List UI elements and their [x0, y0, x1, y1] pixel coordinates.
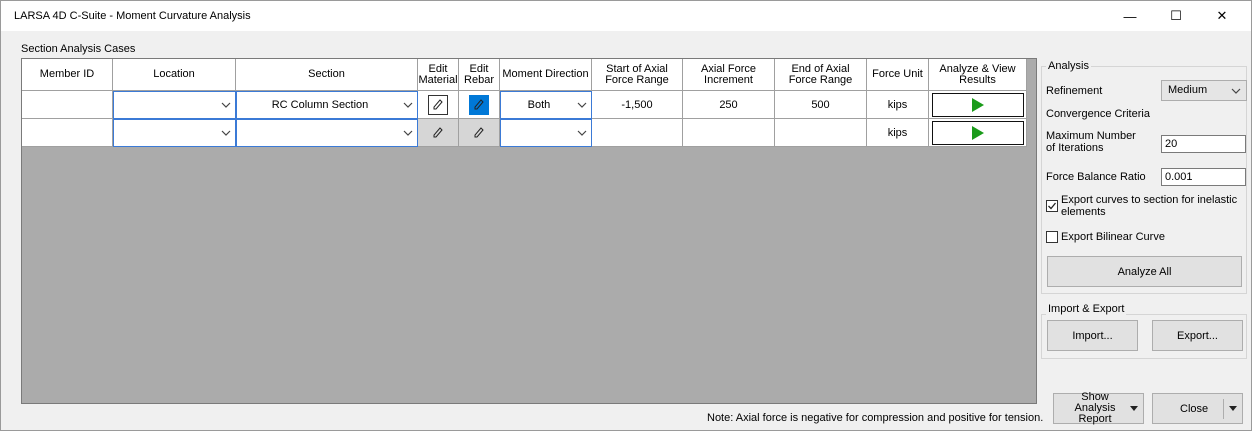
- refinement-label: Refinement: [1046, 85, 1103, 97]
- export-curves-checkbox[interactable]: [1046, 200, 1058, 212]
- max-iterations-label: Maximum Number of Iterations: [1046, 130, 1136, 154]
- window-title: LARSA 4D C-Suite - Moment Curvature Anal…: [14, 10, 251, 22]
- chevron-down-icon: [221, 130, 231, 136]
- import-export-group-title: Import & Export: [1046, 303, 1127, 315]
- pencil-icon: [474, 98, 484, 109]
- header-section: Section: [236, 59, 418, 91]
- force-balance-ratio-label: Force Balance Ratio: [1046, 171, 1146, 183]
- moment-direction-combo[interactable]: Both: [500, 91, 592, 119]
- convergence-criteria-label: Convergence Criteria: [1046, 108, 1150, 120]
- header-location: Location: [113, 59, 236, 91]
- analysis-group-title: Analysis: [1046, 60, 1091, 72]
- close-window-button[interactable]: ✕: [1199, 1, 1245, 31]
- section-value: RC Column Section: [271, 99, 369, 111]
- analyze-cell: [929, 119, 1027, 147]
- header-analyze: Analyze & View Results: [929, 59, 1027, 91]
- header-axial-increment: Axial Force Increment: [683, 59, 775, 91]
- show-analysis-report-button[interactable]: Show Analysis Report: [1053, 391, 1144, 425]
- header-member-id: Member ID: [22, 59, 113, 91]
- chevron-down-icon: [577, 102, 587, 108]
- edit-rebar-button[interactable]: [469, 94, 489, 115]
- location-combo[interactable]: [113, 119, 236, 147]
- analyze-view-button[interactable]: [931, 92, 1024, 117]
- close-button[interactable]: Close: [1152, 393, 1243, 424]
- chevron-down-icon: [1231, 88, 1241, 94]
- title-bar: LARSA 4D C-Suite - Moment Curvature Anal…: [1, 1, 1251, 31]
- force-unit-cell: kips: [867, 91, 929, 119]
- close-icon: ✕: [1216, 8, 1228, 23]
- chevron-down-icon: [221, 102, 231, 108]
- analysis-cases-grid[interactable]: Member ID Location Section Edit Material…: [21, 58, 1037, 404]
- table-row: RC Column Section Both -1,500 250 500 ki…: [22, 91, 1027, 119]
- axial-force-note: Note: Axial force is negative for compre…: [707, 412, 1044, 424]
- moment-direction-combo[interactable]: [500, 119, 592, 147]
- edit-material-button[interactable]: [428, 122, 448, 143]
- axial-increment-cell[interactable]: 250: [683, 91, 775, 119]
- export-button[interactable]: Export...: [1152, 320, 1243, 351]
- edit-rebar-cell: [459, 119, 500, 147]
- pencil-icon: [474, 126, 484, 137]
- caret-down-icon[interactable]: [1229, 406, 1237, 412]
- pencil-icon: [433, 98, 443, 109]
- analyze-view-button[interactable]: [931, 120, 1024, 145]
- header-force-unit: Force Unit: [867, 59, 929, 91]
- force-balance-ratio-input[interactable]: 0.001: [1161, 168, 1246, 186]
- chevron-down-icon: [577, 130, 587, 136]
- show-analysis-report-label: Show Analysis Report: [1074, 391, 1116, 425]
- close-button-label: Close: [1180, 402, 1209, 415]
- edit-material-button[interactable]: [428, 94, 448, 115]
- checkmark-icon: [1048, 202, 1057, 210]
- table-header-row: Member ID Location Section Edit Material…: [22, 59, 1027, 91]
- force-unit-cell: kips: [867, 119, 929, 147]
- start-axial-cell[interactable]: -1,500: [592, 91, 683, 119]
- axial-increment-cell[interactable]: [683, 119, 775, 147]
- chevron-down-icon: [403, 102, 413, 108]
- member-id-cell[interactable]: [22, 119, 113, 147]
- app-window: LARSA 4D C-Suite - Moment Curvature Anal…: [0, 0, 1252, 431]
- export-bilinear-checkbox[interactable]: [1046, 231, 1058, 243]
- analyze-all-button[interactable]: Analyze All: [1047, 256, 1242, 287]
- header-end-axial: End of Axial Force Range: [775, 59, 867, 91]
- header-edit-rebar: Edit Rebar: [459, 59, 500, 91]
- import-button[interactable]: Import...: [1047, 320, 1138, 351]
- location-combo[interactable]: [113, 91, 236, 119]
- header-moment-direction: Moment Direction: [500, 59, 592, 91]
- analyze-cell: [929, 91, 1027, 119]
- minimize-button[interactable]: —: [1107, 1, 1153, 31]
- section-combo[interactable]: [236, 119, 418, 147]
- edit-rebar-button[interactable]: [469, 122, 489, 143]
- maximize-button[interactable]: ☐: [1153, 1, 1199, 31]
- edit-material-cell: [418, 91, 459, 119]
- edit-rebar-cell: [459, 91, 500, 119]
- export-curves-label[interactable]: Export curves to section for inelastic e…: [1061, 194, 1241, 218]
- refinement-dropdown[interactable]: Medium: [1161, 80, 1247, 101]
- pencil-icon: [433, 126, 443, 137]
- split-divider: [1223, 399, 1224, 419]
- edit-material-cell: [418, 119, 459, 147]
- member-id-cell[interactable]: [22, 91, 113, 119]
- table-row: kips: [22, 119, 1027, 147]
- moment-direction-value: Both: [527, 99, 551, 111]
- export-bilinear-label[interactable]: Export Bilinear Curve: [1061, 231, 1165, 243]
- caret-down-icon: [1130, 406, 1138, 411]
- section-combo[interactable]: RC Column Section: [236, 91, 418, 119]
- minimize-icon: —: [1123, 8, 1137, 24]
- header-start-axial: Start of Axial Force Range: [592, 59, 683, 91]
- end-axial-cell[interactable]: 500: [775, 91, 867, 119]
- maximize-icon: ☐: [1170, 8, 1182, 23]
- end-axial-cell[interactable]: [775, 119, 867, 147]
- play-icon: [971, 125, 984, 140]
- section-analysis-cases-label: Section Analysis Cases: [21, 43, 136, 55]
- start-axial-cell[interactable]: [592, 119, 683, 147]
- max-iterations-input[interactable]: 20: [1161, 135, 1246, 153]
- chevron-down-icon: [403, 130, 413, 136]
- header-edit-material: Edit Material: [418, 59, 459, 91]
- refinement-value: Medium: [1168, 84, 1208, 96]
- play-icon: [971, 97, 984, 112]
